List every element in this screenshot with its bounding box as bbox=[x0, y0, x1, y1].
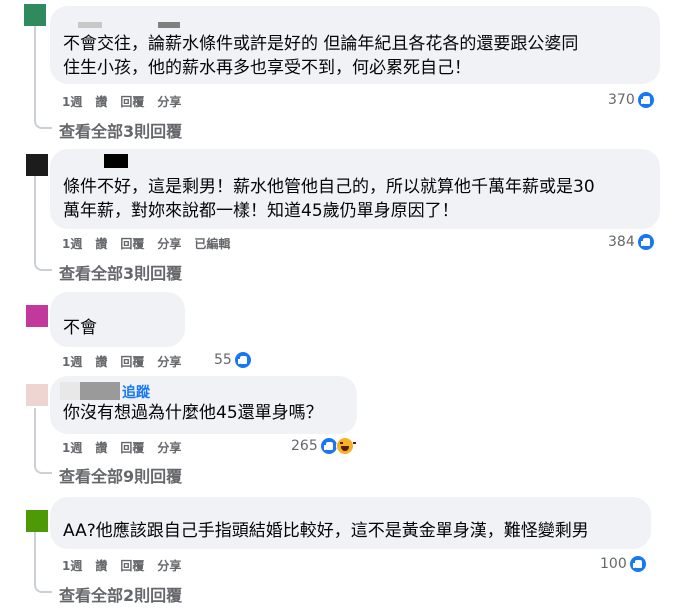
like-icon bbox=[628, 555, 647, 573]
comment-text: 萬年薪，對妳來說都一樣！知道45歲仍單身原因了！ bbox=[63, 201, 459, 221]
share-button[interactable]: 分享 bbox=[157, 439, 181, 456]
share-button[interactable]: 分享 bbox=[157, 93, 181, 110]
reaction-number: 370 bbox=[608, 92, 635, 108]
reaction-count[interactable]: 265 bbox=[291, 437, 356, 455]
view-replies-link[interactable]: 查看全部9則回覆 bbox=[59, 463, 182, 487]
like-button[interactable]: 讚 bbox=[95, 353, 107, 370]
edited-label[interactable]: 已編輯 bbox=[194, 235, 230, 252]
comment-actions: 1週讚回覆 分享 已編輯 bbox=[62, 235, 243, 252]
comment-text: 住生小孩，他的薪水再多也享受不到，何必累死自己！ bbox=[63, 58, 471, 78]
comment-text: AA?他應該跟自己手指頭結婚比較好，這不是黃金單身漢，難怪變剩男 bbox=[63, 521, 589, 541]
comment-actions: 1週讚回覆 分享 bbox=[62, 557, 194, 574]
thread-line bbox=[34, 530, 52, 593]
comment-actions: 1週讚回覆 分享 bbox=[62, 353, 194, 370]
timestamp[interactable]: 1週 bbox=[62, 439, 82, 456]
redacted-author-name bbox=[78, 22, 102, 28]
redacted-author-name bbox=[60, 382, 80, 400]
view-replies-link[interactable]: 查看全部2則回覆 bbox=[59, 582, 182, 606]
reply-button[interactable]: 回覆 bbox=[120, 235, 144, 252]
like-button[interactable]: 讚 bbox=[95, 93, 107, 110]
timestamp[interactable]: 1週 bbox=[62, 235, 82, 252]
reaction-number: 100 bbox=[600, 556, 627, 572]
avatar[interactable] bbox=[26, 305, 48, 327]
reaction-number: 55 bbox=[214, 352, 232, 368]
comment-text: 你沒有想過為什麼他45還單身嗎？ bbox=[63, 403, 323, 423]
timestamp[interactable]: 1週 bbox=[62, 557, 82, 574]
comment-text: 條件不好，這是剩男！薪水他管他自己的，所以就算他千萬年薪或是30 bbox=[63, 177, 595, 197]
like-button[interactable]: 讚 bbox=[95, 235, 107, 252]
share-button[interactable]: 分享 bbox=[157, 353, 181, 370]
comment-actions: 1週讚回覆 分享 bbox=[62, 93, 194, 110]
redacted-author-name bbox=[80, 382, 120, 400]
like-button[interactable]: 讚 bbox=[95, 557, 107, 574]
haha-icon bbox=[335, 437, 356, 455]
like-button[interactable]: 讚 bbox=[95, 439, 107, 456]
timestamp[interactable]: 1週 bbox=[62, 353, 82, 370]
avatar[interactable] bbox=[26, 154, 48, 176]
comment-text: 不會交往，論薪水條件或許是好的 但論年紀且各花各的還要跟公婆同 bbox=[63, 34, 579, 54]
reply-button[interactable]: 回覆 bbox=[120, 93, 144, 110]
like-icon bbox=[636, 233, 655, 251]
avatar[interactable] bbox=[26, 384, 48, 406]
reply-button[interactable]: 回覆 bbox=[120, 557, 144, 574]
reaction-count[interactable]: 370 bbox=[608, 91, 655, 109]
share-button[interactable]: 分享 bbox=[157, 557, 181, 574]
view-replies-link[interactable]: 查看全部3則回覆 bbox=[59, 260, 182, 284]
reply-button[interactable]: 回覆 bbox=[120, 353, 144, 370]
redacted-author-name bbox=[158, 22, 180, 28]
reply-button[interactable]: 回覆 bbox=[120, 439, 144, 456]
reaction-count[interactable]: 100 bbox=[600, 555, 647, 573]
comment-text: 不會 bbox=[63, 318, 97, 338]
comment-actions: 1週讚回覆 分享 bbox=[62, 439, 194, 456]
avatar[interactable] bbox=[24, 4, 46, 26]
view-replies-link[interactable]: 查看全部3則回覆 bbox=[59, 118, 182, 142]
redacted-author-name bbox=[104, 154, 128, 168]
reaction-count[interactable]: 55 bbox=[214, 351, 252, 369]
reaction-count[interactable]: 384 bbox=[608, 233, 655, 251]
share-button[interactable]: 分享 bbox=[157, 235, 181, 252]
timestamp[interactable]: 1週 bbox=[62, 93, 82, 110]
like-icon bbox=[636, 91, 655, 109]
avatar[interactable] bbox=[26, 510, 48, 532]
reaction-number: 384 bbox=[608, 234, 635, 250]
like-icon bbox=[233, 351, 252, 369]
follow-button[interactable]: 追蹤 bbox=[122, 382, 150, 402]
reaction-number: 265 bbox=[291, 438, 318, 454]
